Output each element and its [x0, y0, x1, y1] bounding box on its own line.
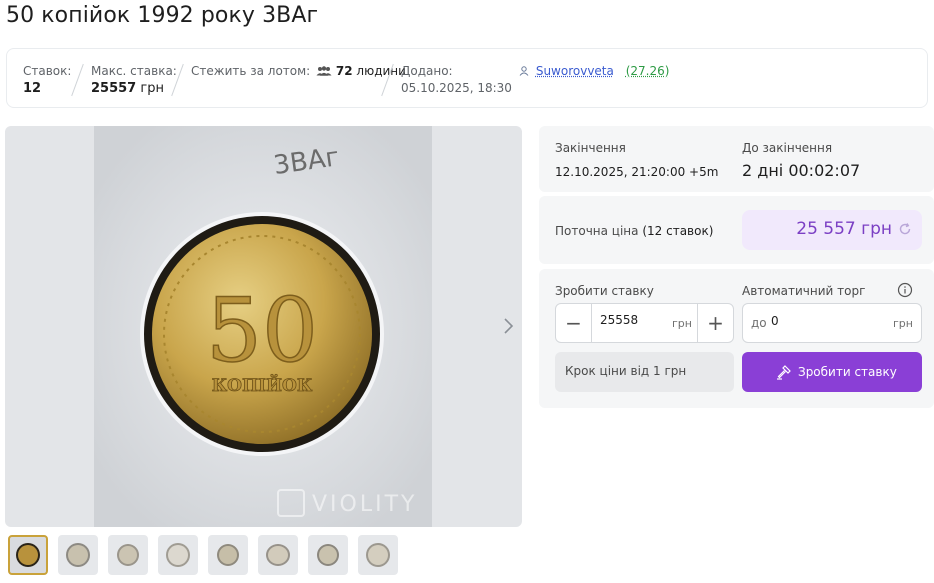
thumbnail[interactable] — [158, 535, 198, 575]
page-title: 50 копійок 1992 року 3ВАг — [6, 3, 319, 28]
remaining-label: До закінчення — [742, 141, 833, 155]
added-value: 05.10.2025, 18:30 — [401, 81, 512, 95]
coin-inscription: КОПІЙОК — [212, 374, 313, 396]
people-icon — [316, 66, 332, 76]
thumbnail[interactable] — [258, 535, 298, 575]
chevron-right-icon[interactable] — [501, 316, 515, 336]
seller-block: Suworovveta (27.26) — [519, 64, 669, 78]
place-bid-label: Зробити ставку — [798, 365, 897, 379]
bid-unit: грн — [672, 317, 692, 330]
max-bid-label: Макс. ставка: — [91, 64, 177, 78]
photo-gallery[interactable]: 50 КОПІЙОК 3ВАг VIOLITY — [5, 126, 522, 527]
auto-bid-input[interactable] — [771, 314, 871, 328]
minus-icon: − — [565, 311, 582, 335]
watchers-count: 72 — [335, 64, 353, 78]
thumbnail[interactable] — [208, 535, 248, 575]
current-price-bids: (12 ставок) — [642, 224, 714, 238]
max-bid-value: 25557 грн — [91, 81, 164, 96]
lot-info-bar: Ставок: 12 Макс. ставка: 25557 грн Стежи… — [6, 48, 928, 108]
bids-count-block: Ставок: 12 — [23, 64, 71, 96]
current-price-block: Поточна ціна (12 ставок) 25 557 грн — [539, 196, 934, 264]
info-icon[interactable] — [897, 282, 913, 298]
watchers-unit: людини — [356, 64, 406, 78]
auction-timing: Закінчення 12.10.2025, 21:20:00 +5m До з… — [539, 126, 934, 192]
end-label: Закінчення — [555, 141, 626, 155]
bid-step-text: Крок ціни від 1 грн — [565, 364, 687, 378]
remaining-value: 2 дні 00:02:07 — [742, 161, 861, 180]
bids-value: 12 — [23, 81, 42, 96]
auto-bid-prefix: до — [751, 316, 767, 330]
bid-step-hint: Крок ціни від 1 грн — [555, 352, 734, 392]
thumbnail[interactable] — [8, 535, 48, 575]
seller-rating-link[interactable]: (27.26) — [626, 64, 670, 78]
bid-form: Зробити ставку − грн + Автоматичний торг… — [539, 269, 934, 408]
auto-bid-unit: грн — [893, 317, 913, 330]
current-price-pill: 25 557 грн — [742, 210, 922, 250]
seller-link[interactable]: Suworovveta — [536, 64, 614, 78]
watchers-label: Стежить за лотом: — [191, 64, 311, 78]
watermark: VIOLITY — [312, 492, 417, 517]
main-photo[interactable]: 50 КОПІЙОК 3ВАг VIOLITY — [94, 126, 432, 527]
thumbnail[interactable] — [308, 535, 348, 575]
end-value: 12.10.2025, 21:20:00 +5m — [555, 165, 719, 179]
bid-amount-stepper: − грн + — [555, 303, 734, 343]
auto-bid-field: до грн — [742, 303, 922, 343]
thumbnail[interactable] — [58, 535, 98, 575]
user-icon — [519, 66, 529, 76]
auto-bid-label: Автоматичний торг — [742, 284, 866, 298]
make-bid-label: Зробити ставку — [555, 284, 654, 298]
refresh-icon[interactable] — [898, 222, 912, 236]
added-block: Додано: 05.10.2025, 18:30 — [401, 64, 512, 95]
current-price-value: 25 557 грн — [796, 219, 892, 239]
bids-label: Ставок: — [23, 64, 72, 78]
watchers-block: Стежить за лотом: 72 людини — [191, 64, 406, 78]
increase-bid-button[interactable]: + — [697, 304, 733, 342]
place-bid-button[interactable]: Зробити ставку — [742, 352, 922, 392]
bid-amount-input[interactable] — [600, 313, 670, 327]
added-label: Додано: — [401, 64, 453, 78]
current-price-label: Поточна ціна — [555, 224, 639, 238]
max-bid-block: Макс. ставка: 25557 грн — [91, 64, 177, 96]
divider — [71, 63, 84, 97]
decrease-bid-button[interactable]: − — [556, 304, 592, 342]
hammer-icon — [777, 365, 791, 380]
coin-denomination: 50 — [206, 279, 318, 382]
thumbnail[interactable] — [108, 535, 148, 575]
thumbnail[interactable] — [358, 535, 398, 575]
plus-icon: + — [707, 311, 724, 335]
